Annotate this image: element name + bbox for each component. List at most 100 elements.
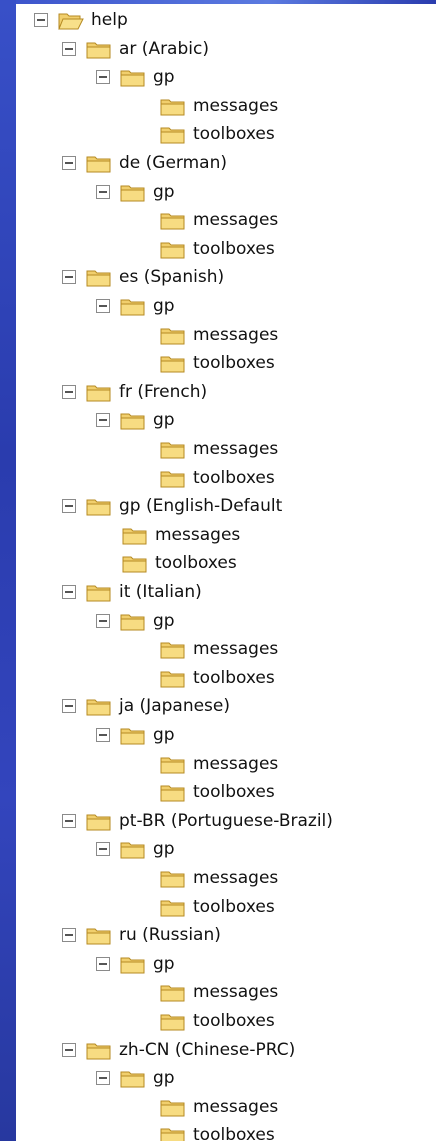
tree-item-messages[interactable]: messages xyxy=(122,521,240,549)
tree-item-label: zh-CN (Chinese-PRC) xyxy=(119,1040,296,1060)
tree-item-toolboxes[interactable]: toolboxes xyxy=(122,549,237,577)
tree-item-toolboxes[interactable]: toolboxes xyxy=(160,120,275,148)
collapse-toggle-icon[interactable] xyxy=(62,1043,76,1057)
tree-item-toolboxes[interactable]: toolboxes xyxy=(160,464,275,492)
tree-item-de-german[interactable]: de (German) xyxy=(62,149,227,177)
tree-item-gp[interactable]: gp xyxy=(96,63,175,91)
tree-item-messages[interactable]: messages xyxy=(160,1093,278,1121)
folder-icon xyxy=(160,669,193,688)
tree-item-label: gp xyxy=(153,296,175,316)
tree-item-toolboxes[interactable]: toolboxes xyxy=(160,235,275,263)
tree-item-messages[interactable]: messages xyxy=(160,978,278,1006)
tree-item-label: ja (Japanese) xyxy=(119,696,230,716)
folder-icon xyxy=(120,411,153,430)
tree-item-gp[interactable]: gp xyxy=(96,607,175,635)
folder-icon xyxy=(160,1098,193,1117)
tree-item-label: gp xyxy=(153,1068,175,1088)
collapse-toggle-icon[interactable] xyxy=(62,42,76,56)
folder-icon xyxy=(86,1041,119,1060)
tree-item-label: toolboxes xyxy=(193,353,275,373)
tree-item-ru-russian[interactable]: ru (Russian) xyxy=(62,921,221,949)
collapse-toggle-icon[interactable] xyxy=(96,957,110,971)
folder-tree-panel: help ar (Arabic) gp messages toolboxes de (Ge… xyxy=(16,4,436,1141)
tree-item-gp[interactable]: gp xyxy=(96,292,175,320)
folder-icon xyxy=(122,526,155,545)
tree-item-label: messages xyxy=(193,325,279,345)
tree-item-gp[interactable]: gp xyxy=(96,178,175,206)
folder-icon xyxy=(86,926,119,945)
tree-item-label: es (Spanish) xyxy=(119,267,225,287)
tree-item-pt-br-portuguese-brazil[interactable]: pt-BR (Portuguese-Brazil) xyxy=(62,807,333,835)
tree-item-messages[interactable]: messages xyxy=(160,864,278,892)
tree-item-it-italian[interactable]: it (Italian) xyxy=(62,578,202,606)
collapse-toggle-icon[interactable] xyxy=(96,614,110,628)
folder-icon xyxy=(86,40,119,59)
collapse-toggle-icon[interactable] xyxy=(96,185,110,199)
tree-item-toolboxes[interactable]: toolboxes xyxy=(160,664,275,692)
desktop-background xyxy=(0,0,16,1141)
collapse-toggle-icon[interactable] xyxy=(62,928,76,942)
tree-item-label: toolboxes xyxy=(193,1011,275,1031)
tree-item-help[interactable]: help xyxy=(34,6,128,34)
collapse-toggle-icon[interactable] xyxy=(96,1071,110,1085)
tree-item-label: toolboxes xyxy=(193,1125,275,1141)
tree-item-ja-japanese[interactable]: ja (Japanese) xyxy=(62,692,230,720)
folder-icon xyxy=(120,840,153,859)
collapse-toggle-icon[interactable] xyxy=(96,842,110,856)
folder-icon xyxy=(160,240,193,259)
tree-item-fr-french[interactable]: fr (French) xyxy=(62,378,207,406)
folder-icon xyxy=(160,125,193,144)
tree-item-toolboxes[interactable]: toolboxes xyxy=(160,1121,275,1141)
folder-icon xyxy=(160,869,193,888)
collapse-toggle-icon[interactable] xyxy=(62,699,76,713)
folder-icon xyxy=(120,68,153,87)
tree-item-messages[interactable]: messages xyxy=(160,750,278,778)
collapse-toggle-icon[interactable] xyxy=(62,270,76,284)
tree-item-toolboxes[interactable]: toolboxes xyxy=(160,349,275,377)
collapse-toggle-icon[interactable] xyxy=(62,499,76,513)
tree-item-label: messages xyxy=(193,96,279,116)
folder-icon xyxy=(160,755,193,774)
tree-item-gp-english-default[interactable]: gp (English-Default xyxy=(62,492,282,520)
tree-item-label: gp xyxy=(153,410,175,430)
tree-item-messages[interactable]: messages xyxy=(160,321,278,349)
tree-item-label: it (Italian) xyxy=(119,582,202,602)
tree-item-label: messages xyxy=(193,1097,279,1117)
tree-item-label: toolboxes xyxy=(155,553,237,573)
tree-item-toolboxes[interactable]: toolboxes xyxy=(160,893,275,921)
tree-item-label: messages xyxy=(193,754,279,774)
tree-item-messages[interactable]: messages xyxy=(160,635,278,663)
collapse-toggle-icon[interactable] xyxy=(96,413,110,427)
tree-item-gp[interactable]: gp xyxy=(96,721,175,749)
folder-icon xyxy=(120,955,153,974)
tree-item-label: ar (Arabic) xyxy=(119,39,209,59)
collapse-toggle-icon[interactable] xyxy=(62,156,76,170)
tree-item-gp[interactable]: gp xyxy=(96,835,175,863)
folder-icon xyxy=(160,898,193,917)
collapse-toggle-icon[interactable] xyxy=(96,299,110,313)
tree-item-toolboxes[interactable]: toolboxes xyxy=(160,778,275,806)
tree-item-gp[interactable]: gp xyxy=(96,406,175,434)
tree-item-ar-arabic[interactable]: ar (Arabic) xyxy=(62,35,209,63)
collapse-toggle-icon[interactable] xyxy=(96,728,110,742)
collapse-toggle-icon[interactable] xyxy=(62,385,76,399)
tree-item-zh-cn-chinese-prc[interactable]: zh-CN (Chinese-PRC) xyxy=(62,1036,295,1064)
folder-icon xyxy=(86,268,119,287)
tree-item-toolboxes[interactable]: toolboxes xyxy=(160,1007,275,1035)
tree-item-es-spanish[interactable]: es (Spanish) xyxy=(62,263,224,291)
tree-item-label: gp xyxy=(153,182,175,202)
folder-icon xyxy=(160,326,193,345)
collapse-toggle-icon[interactable] xyxy=(34,13,48,27)
folder-open-icon xyxy=(58,11,91,30)
tree-item-gp[interactable]: gp xyxy=(96,1064,175,1092)
tree-item-gp[interactable]: gp xyxy=(96,950,175,978)
folder-icon xyxy=(120,297,153,316)
tree-item-messages[interactable]: messages xyxy=(160,206,278,234)
tree-item-label: gp xyxy=(153,954,175,974)
tree-item-messages[interactable]: messages xyxy=(160,435,278,463)
tree-item-messages[interactable]: messages xyxy=(160,92,278,120)
folder-icon xyxy=(160,469,193,488)
collapse-toggle-icon[interactable] xyxy=(62,814,76,828)
collapse-toggle-icon[interactable] xyxy=(96,70,110,84)
collapse-toggle-icon[interactable] xyxy=(62,585,76,599)
